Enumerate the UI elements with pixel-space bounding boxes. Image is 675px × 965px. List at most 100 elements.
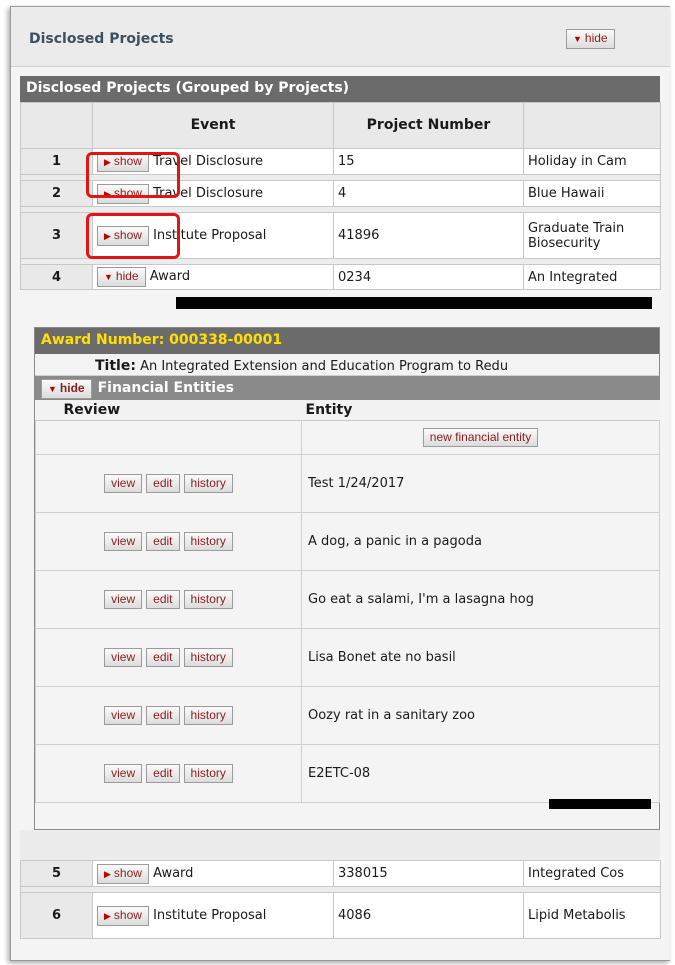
review-cell: view edit history — [35, 744, 302, 803]
table-row: view edit history E2ETC-08 — [35, 744, 660, 803]
col-review: Review — [35, 400, 302, 421]
hide-button[interactable]: ▼ hide — [97, 267, 146, 287]
show-button[interactable]: ▶ show — [97, 863, 149, 884]
empty-cell — [35, 420, 302, 455]
project-title-cell: Holiday in Cam — [523, 148, 661, 175]
table-row: view edit history Test 1/24/2017 — [35, 454, 660, 513]
financial-entities-table: Review Entity new financial entity view e… — [35, 400, 660, 803]
panel-hide-button[interactable]: ▼ hide — [566, 29, 615, 49]
view-button[interactable]: view — [104, 706, 143, 725]
redaction-bar — [549, 799, 651, 809]
history-button[interactable]: history — [183, 474, 233, 493]
project-title-cell: Blue Hawaii — [523, 180, 661, 207]
panel-hide-label: hide — [584, 31, 608, 45]
panel-title: Disclosed Projects — [29, 31, 174, 47]
col-entity: Entity — [301, 400, 660, 421]
col-project-number: Project Number — [333, 102, 524, 149]
edit-button[interactable]: edit — [146, 764, 180, 783]
highlight-box-show-1 — [86, 152, 180, 198]
review-cell: view edit history — [35, 512, 302, 571]
project-number-cell: 15 — [333, 148, 524, 175]
entity-cell: Lisa Bonet ate no basil — [301, 628, 660, 687]
col-number — [20, 102, 93, 149]
entity-cell: Test 1/24/2017 — [301, 454, 660, 513]
row-number: 3 — [20, 212, 93, 259]
edit-button[interactable]: edit — [146, 706, 180, 725]
highlight-box-show-3 — [86, 213, 180, 259]
review-cell: view edit history — [35, 454, 302, 513]
triangle-down-icon: ▼ — [573, 34, 582, 44]
project-number-cell: 0234 — [333, 264, 524, 290]
view-button[interactable]: view — [104, 648, 143, 667]
project-title-cell: Lipid Metabolis — [523, 892, 661, 939]
show-button[interactable]: ▶ show — [97, 905, 149, 926]
row-number: 2 — [20, 180, 93, 207]
group-header: Disclosed Projects (Grouped by Projects) — [20, 76, 660, 102]
history-button[interactable]: history — [183, 590, 233, 609]
row-number: 1 — [20, 148, 93, 175]
project-number-cell: 338015 — [333, 860, 524, 887]
edit-button[interactable]: edit — [146, 474, 180, 493]
review-cell: view edit history — [35, 628, 302, 687]
table-row: 4 ▼ hide Award 0234 An Integrated — [20, 264, 661, 290]
row-spacer — [20, 830, 660, 860]
project-title-cell: An Integrated — [523, 264, 661, 290]
financial-hide-button[interactable]: ▼ hide — [41, 379, 92, 399]
table-row: 6 ▶ show Institute Proposal 4086 Lipid Me… — [20, 892, 661, 939]
row-number: 4 — [20, 264, 93, 290]
event-cell: ▼ hide Award — [92, 264, 334, 290]
row-number: 5 — [20, 860, 93, 887]
entity-cell: E2ETC-08 — [301, 744, 660, 803]
event-label: Institute Proposal — [153, 907, 267, 923]
triangle-down-icon: ▼ — [48, 384, 57, 394]
view-button[interactable]: view — [104, 590, 143, 609]
history-button[interactable]: history — [183, 648, 233, 667]
history-button[interactable]: history — [183, 532, 233, 551]
table-row: 5 ▶ show Award 338015 Integrated Cos — [20, 860, 661, 887]
entity-cell: Go eat a salami, I'm a lasagna hog — [301, 570, 660, 629]
triangle-right-icon: ▶ — [104, 868, 111, 879]
review-cell: view edit history — [35, 686, 302, 745]
award-title-value: An Integrated Extension and Education Pr… — [140, 359, 509, 374]
financial-entities-title: Financial Entities — [97, 380, 234, 396]
entity-cell: Oozy rat in a sanitary zoo — [301, 686, 660, 745]
project-title-cell: Integrated Cos — [523, 860, 661, 887]
edit-button[interactable]: edit — [146, 532, 180, 551]
view-button[interactable]: view — [104, 474, 143, 493]
projects-table-lower: 5 ▶ show Award 338015 Integrated Cos 6 ▶ s… — [20, 860, 661, 939]
history-button[interactable]: history — [183, 706, 233, 725]
project-number-cell: 4 — [333, 180, 524, 207]
review-cell: view edit history — [35, 570, 302, 629]
project-number-cell: 4086 — [333, 892, 524, 939]
event-label: Award — [149, 269, 191, 284]
projects-table-lower-wrap: 5 ▶ show Award 338015 Integrated Cos 6 ▶ s… — [20, 860, 661, 939]
col-event: Event — [92, 102, 334, 149]
edit-button[interactable]: edit — [146, 590, 180, 609]
view-button[interactable]: view — [104, 764, 143, 783]
view-button[interactable]: view — [104, 532, 143, 551]
financial-entities-header: ▼ hide Financial Entities — [35, 376, 659, 400]
triangle-down-icon: ▼ — [104, 272, 113, 282]
entities-header-row: Review Entity — [35, 400, 660, 421]
new-entity-row: new financial entity — [35, 420, 660, 455]
table-row: view edit history A dog, a panic in a pago… — [35, 512, 660, 571]
award-number-header: Award Number: 000338-00001 — [35, 328, 659, 354]
entity-cell: A dog, a panic in a pagoda — [301, 512, 660, 571]
project-title-cell: Graduate Train Biosecurity — [523, 212, 661, 259]
history-button[interactable]: history — [183, 764, 233, 783]
redaction-bar — [176, 297, 652, 309]
table-row: view edit history Oozy rat in a sanitary z… — [35, 686, 660, 745]
award-title-label: Title: — [95, 358, 136, 374]
col-title — [523, 102, 661, 149]
row-number: 6 — [20, 892, 93, 939]
award-title-row: Title: An Integrated Extension and Educa… — [35, 354, 659, 376]
new-financial-entity-button[interactable]: new financial entity — [422, 428, 539, 447]
triangle-right-icon: ▶ — [104, 910, 111, 921]
edit-button[interactable]: edit — [146, 648, 180, 667]
new-entity-cell: new financial entity — [301, 420, 660, 455]
event-cell: ▶ show Award — [92, 860, 334, 887]
table-row: view edit history Go eat a salami, I'm a l… — [35, 570, 660, 629]
project-number-cell: 41896 — [333, 212, 524, 259]
table-row: view edit history Lisa Bonet ate no basil — [35, 628, 660, 687]
table-header-row: Event Project Number — [20, 102, 661, 149]
